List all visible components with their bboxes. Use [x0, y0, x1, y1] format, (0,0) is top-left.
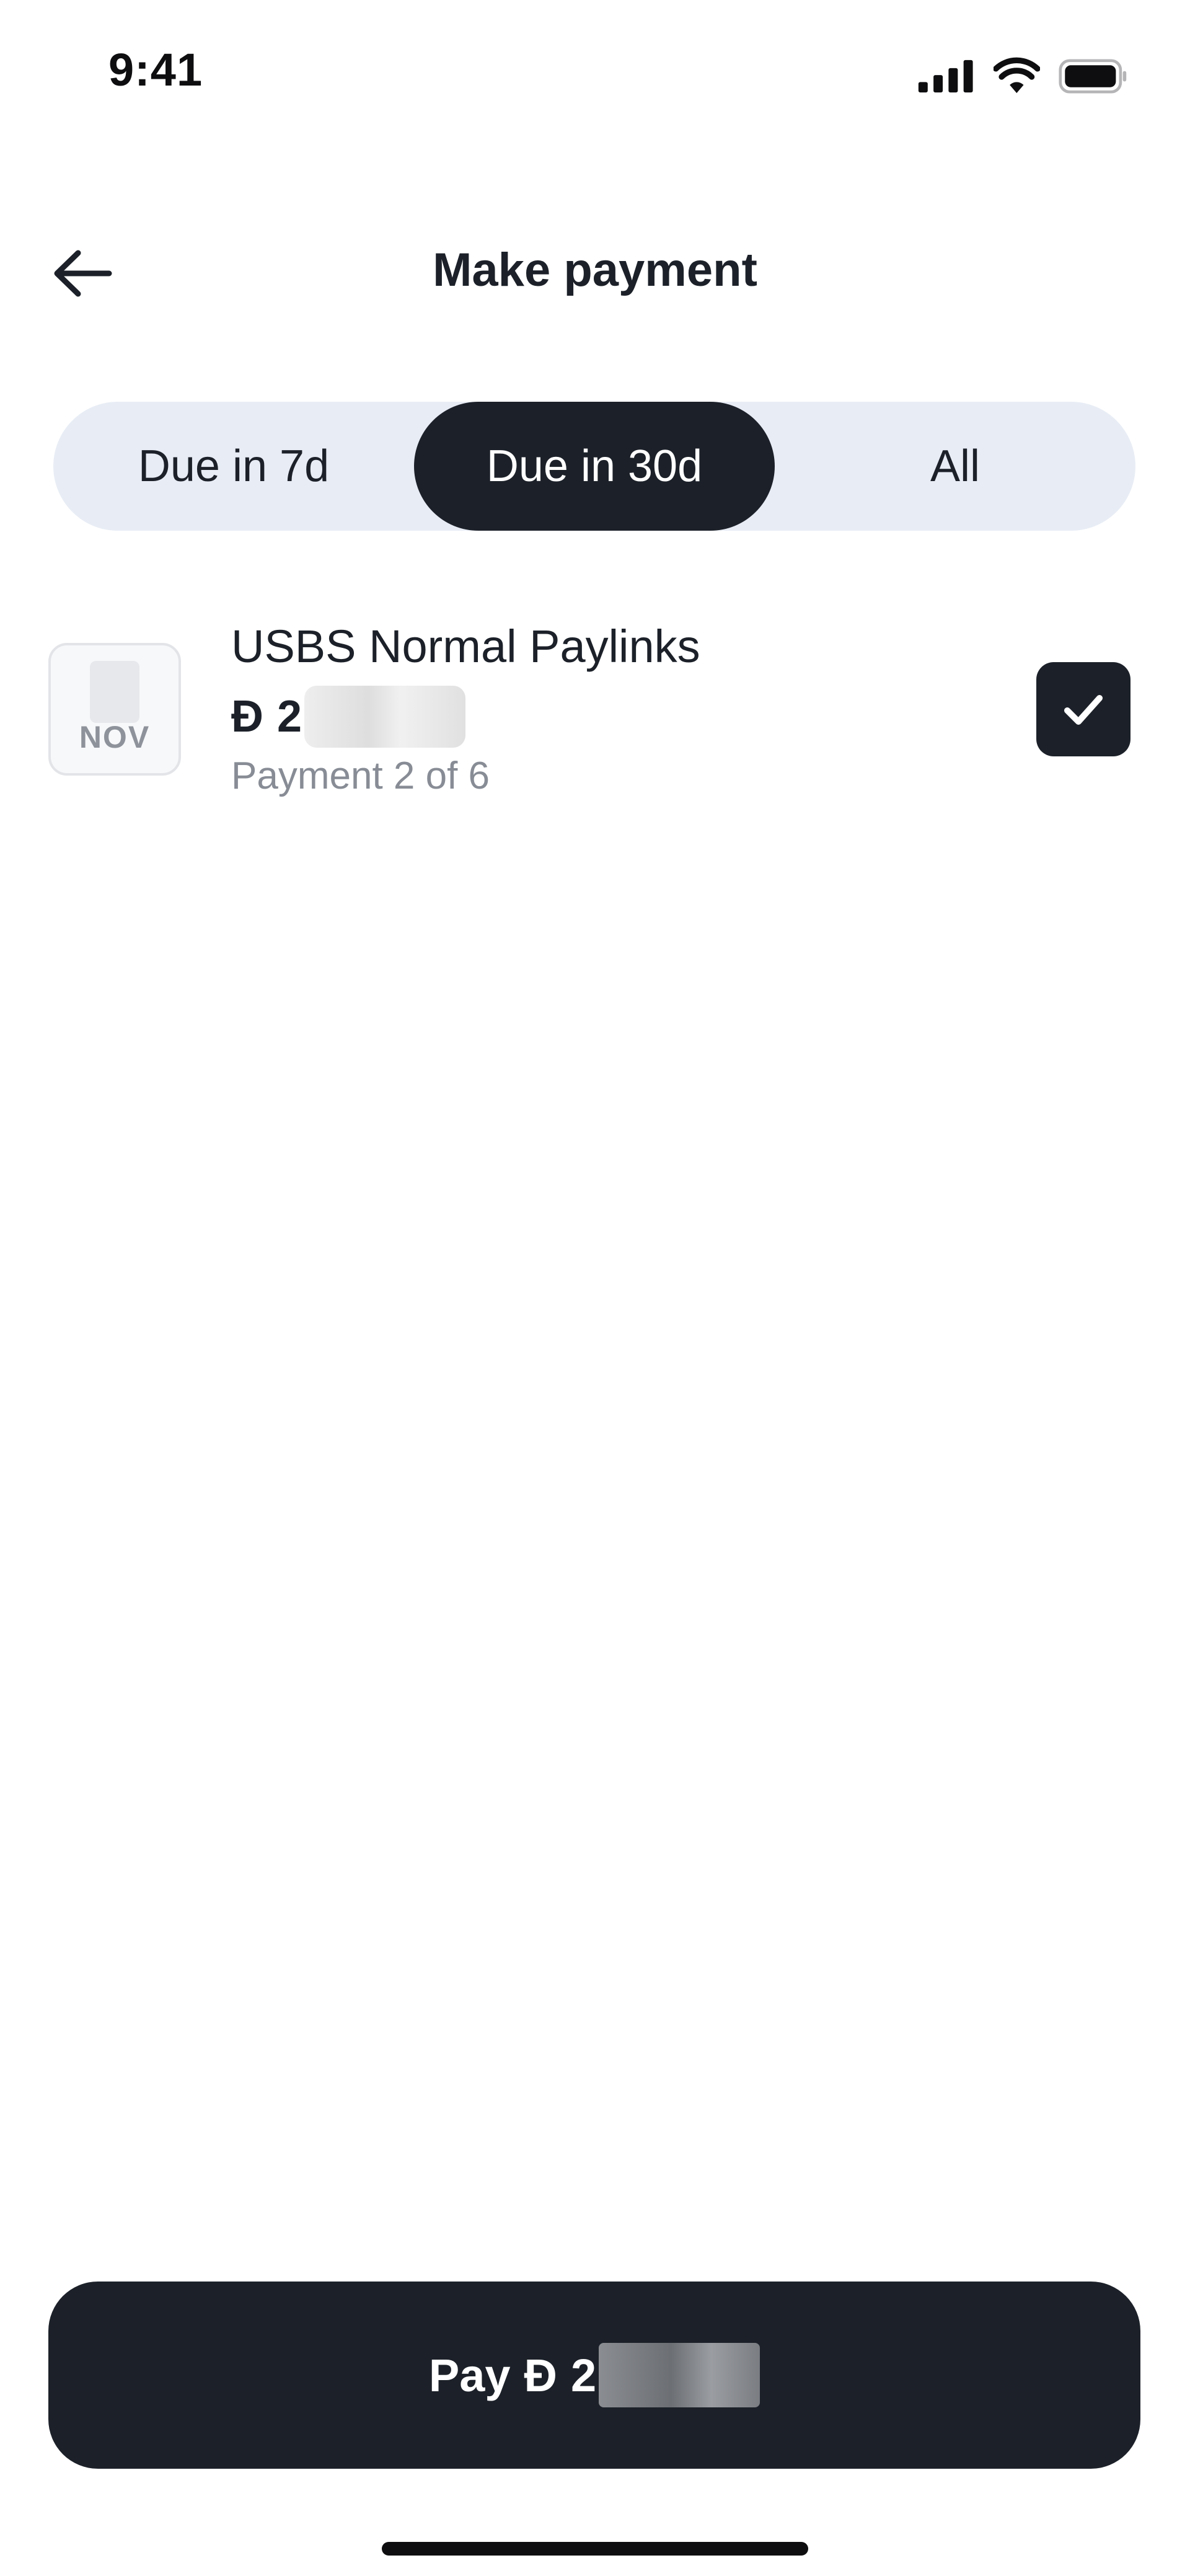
badge-month-label: NOV [79, 720, 151, 755]
cellular-signal-icon [918, 60, 973, 93]
tab-due-30d[interactable]: Due in 30d [414, 402, 775, 531]
tab-due-7d[interactable]: Due in 7d [53, 402, 414, 531]
amount-prefix: 2 [277, 692, 302, 741]
payment-checkbox[interactable] [1036, 662, 1130, 756]
payment-installment: Payment 2 of 6 [231, 755, 490, 797]
status-icons [917, 55, 1128, 98]
back-button[interactable] [50, 239, 118, 308]
battery-icon [1059, 59, 1127, 94]
wifi-icon [994, 57, 1040, 94]
badge-day-redacted [90, 661, 139, 723]
payment-amount: Đ 2 [231, 686, 466, 748]
pay-amount-redacted [599, 2343, 760, 2407]
page-title: Make payment [433, 244, 757, 296]
pay-currency-symbol: Đ [524, 2349, 557, 2401]
pay-amount-prefix: 2 [570, 2349, 597, 2401]
pay-label: Pay [428, 2349, 511, 2401]
checkmark-icon [1064, 695, 1103, 725]
payment-name: USBS Normal Paylinks [231, 621, 700, 672]
currency-symbol: Đ [231, 692, 263, 741]
home-indicator [382, 2542, 808, 2556]
pay-button[interactable]: Pay Đ 2 [48, 2282, 1140, 2469]
status-time: 9:41 [108, 44, 203, 95]
tab-all[interactable]: All [775, 402, 1135, 531]
amount-redacted [304, 686, 466, 748]
arrow-left-icon [54, 250, 112, 297]
